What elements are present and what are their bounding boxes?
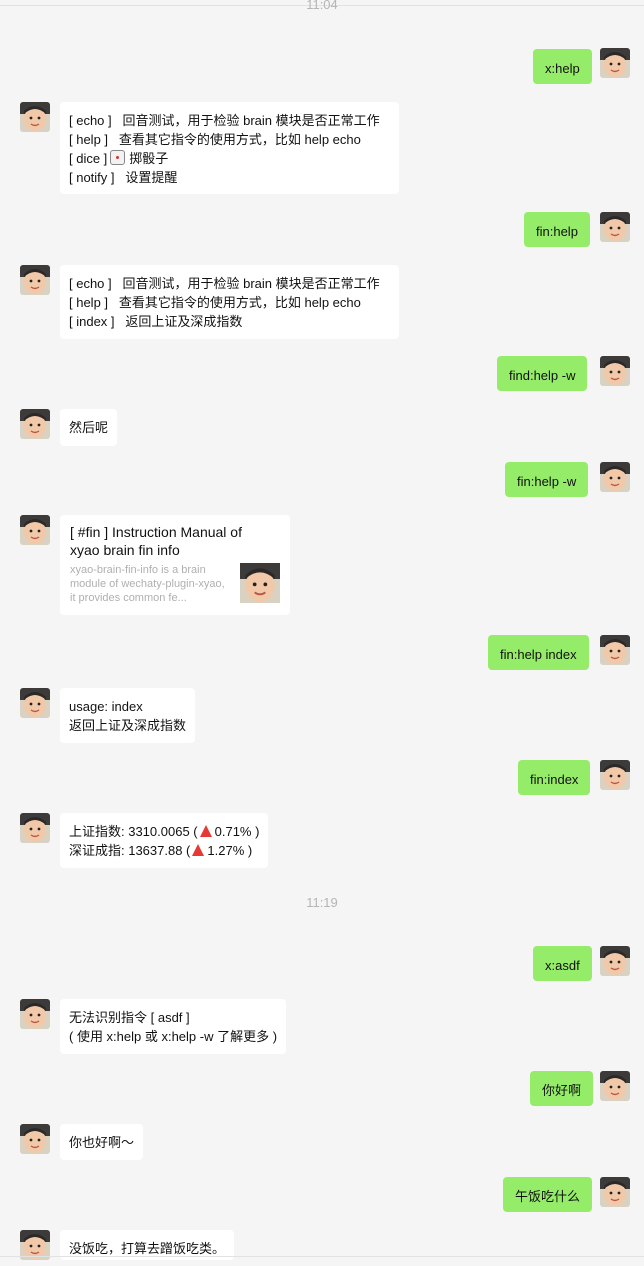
avatar[interactable]	[20, 688, 50, 718]
child-avatar-photo	[20, 813, 50, 843]
message-text: 你也好啊～	[69, 1135, 135, 1150]
message-bubble-incoming[interactable]: [ echo ] 回音测试，用于检验 brain 模块是否正常工作 [ help…	[60, 102, 399, 194]
message-text: 深证成指: 13637.88 (	[69, 843, 191, 858]
message-text: x:help	[545, 61, 580, 76]
link-card-description: xyao-brain-fin-info is a brain module of…	[70, 564, 225, 604]
timestamp: 11:19	[306, 895, 338, 910]
avatar[interactable]	[20, 409, 50, 439]
avatar[interactable]	[600, 212, 630, 242]
message-text: fin:help	[536, 224, 578, 239]
avatar[interactable]	[600, 356, 630, 386]
avatar[interactable]	[20, 265, 50, 295]
message-bubble-incoming[interactable]: 无法识别指令 [ asdf ] ( 使用 x:help 或 x:help -w …	[60, 999, 287, 1054]
message-bubble-incoming[interactable]: 你也好啊～	[60, 1124, 144, 1160]
message-text: x:asdf	[545, 958, 580, 973]
message-bubble-outgoing[interactable]: find:help -w	[497, 356, 588, 391]
avatar[interactable]	[20, 813, 50, 843]
message-text: [ index ] 返回上证及深成指数	[69, 314, 243, 329]
avatar[interactable]	[600, 462, 630, 492]
message-text: 你好啊	[542, 1083, 582, 1098]
message-text: 午饭吃什么	[515, 1189, 581, 1204]
child-avatar-photo	[600, 1177, 630, 1207]
message-text: 上证指数: 3310.0065 (	[69, 824, 198, 839]
avatar[interactable]	[600, 760, 630, 790]
child-avatar-photo	[600, 1071, 630, 1101]
message-text: [ help ] 查看其它指令的使用方式，比如 help echo	[69, 132, 361, 147]
message-bubble-incoming[interactable]: usage: index 返回上证及深成指数	[60, 688, 196, 743]
message-text: 无法识别指令 [ asdf ]	[69, 1010, 190, 1025]
avatar[interactable]	[600, 1071, 630, 1101]
message-bubble-outgoing[interactable]: x:help	[533, 49, 592, 84]
message-text: 然后呢	[69, 420, 109, 435]
link-card[interactable]: [ #fin ] Instruction Manual of xyao brai…	[60, 515, 290, 615]
message-bubble-outgoing[interactable]: fin:help	[524, 212, 590, 247]
message-text: 0.71% )	[214, 824, 260, 839]
avatar[interactable]	[20, 102, 50, 132]
message-text: [ echo ] 回音测试，用于检验 brain 模块是否正常工作	[69, 276, 380, 291]
avatar[interactable]	[20, 515, 50, 545]
message-text: 掷骰子	[129, 151, 169, 166]
message-text: ( 使用 x:help 或 x:help -w 了解更多 )	[69, 1029, 278, 1044]
message-bubble-incoming[interactable]: 然后呢	[60, 409, 118, 446]
child-avatar-photo	[20, 999, 50, 1029]
message-bubble-incoming[interactable]: [ echo ] 回音测试，用于检验 brain 模块是否正常工作 [ help…	[60, 265, 399, 339]
message-text: find:help -w	[509, 368, 576, 383]
child-avatar-photo	[20, 102, 50, 132]
bottom-divider	[0, 1256, 644, 1257]
link-card-title: [ #fin ] Instruction Manual of xyao brai…	[70, 524, 242, 558]
message-bubble-outgoing[interactable]: fin:help -w	[505, 462, 589, 497]
child-avatar-photo	[600, 212, 630, 242]
message-bubble-outgoing[interactable]: fin:index	[518, 760, 591, 795]
message-bubble-outgoing[interactable]: x:asdf	[533, 946, 592, 981]
up-arrow-icon	[192, 844, 205, 856]
timestamp: 11:04	[306, 0, 338, 12]
avatar[interactable]	[600, 1177, 630, 1207]
avatar[interactable]	[600, 946, 630, 976]
message-text: fin:help index	[500, 647, 577, 662]
child-avatar-photo	[20, 688, 50, 718]
child-avatar-photo	[20, 515, 50, 545]
avatar[interactable]	[600, 635, 630, 665]
link-card-thumbnail	[240, 563, 280, 603]
child-avatar-photo	[240, 563, 280, 603]
child-avatar-photo	[600, 462, 630, 492]
message-text: [ echo ] 回音测试，用于检验 brain 模块是否正常工作	[69, 113, 380, 128]
dice-icon	[110, 150, 126, 165]
up-arrow-icon	[199, 825, 212, 837]
message-text: 1.27% )	[207, 843, 253, 858]
message-text: fin:index	[530, 772, 579, 787]
message-bubble-incoming[interactable]: 上证指数: 3310.0065 ( 0.71% ) 深证成指: 13637.88 …	[60, 813, 269, 868]
message-text: usage: index	[69, 699, 143, 714]
child-avatar-photo	[600, 48, 630, 78]
message-text: 返回上证及深成指数	[69, 718, 187, 733]
child-avatar-photo	[600, 356, 630, 386]
child-avatar-photo	[600, 635, 630, 665]
message-text: [ dice ]	[69, 151, 108, 166]
child-avatar-photo	[20, 265, 50, 295]
child-avatar-photo	[20, 409, 50, 439]
message-text: fin:help -w	[517, 474, 577, 489]
message-text: [ help ] 查看其它指令的使用方式，比如 help echo	[69, 295, 361, 310]
child-avatar-photo	[600, 760, 630, 790]
message-text: [ notify ] 设置提醒	[69, 170, 178, 185]
child-avatar-photo	[20, 1124, 50, 1154]
avatar[interactable]	[600, 48, 630, 78]
avatar[interactable]	[20, 999, 50, 1029]
message-bubble-outgoing[interactable]: 你好啊	[530, 1071, 594, 1106]
message-bubble-outgoing[interactable]: 午饭吃什么	[503, 1177, 593, 1212]
avatar[interactable]	[20, 1124, 50, 1154]
message-bubble-outgoing[interactable]: fin:help index	[488, 635, 589, 670]
child-avatar-photo	[600, 946, 630, 976]
